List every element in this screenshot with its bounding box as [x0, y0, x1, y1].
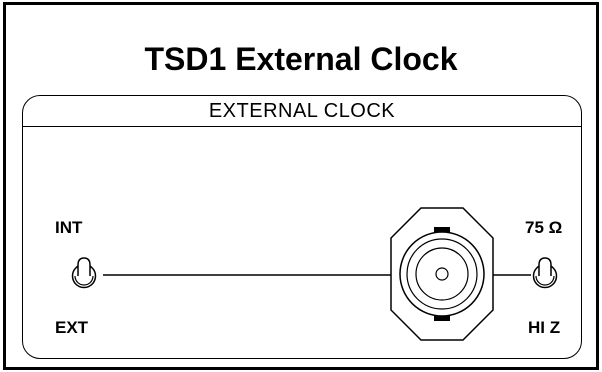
diagram-title: TSD1 External Clock — [144, 41, 458, 77]
impedance-toggle-switch-icon — [532, 257, 558, 289]
panel-artwork — [71, 207, 558, 341]
bnc-connector-icon — [390, 207, 494, 341]
diagram-frame: TSD1 External Clock EXTERNAL CLOCK INT E… — [3, 2, 599, 370]
external-clock-panel: EXTERNAL CLOCK INT EXT 75 Ω HI Z — [22, 95, 582, 359]
int-ext-toggle-switch-icon — [71, 257, 97, 289]
